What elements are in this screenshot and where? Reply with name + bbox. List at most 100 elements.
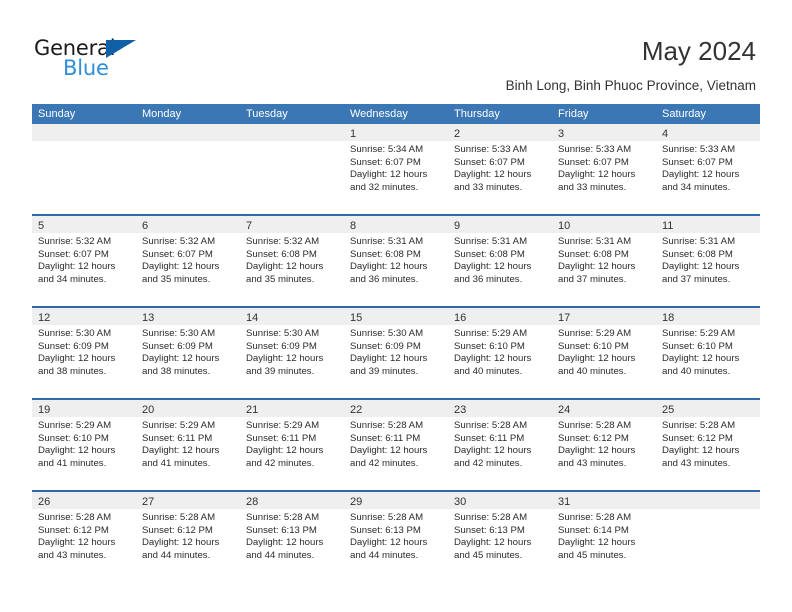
calendar-day-cell[interactable]: 18 Sunrise: 5:29 AM Sunset: 6:10 PM Dayligh… — [656, 308, 760, 398]
sunrise-time: Sunrise: 5:28 AM — [38, 512, 112, 523]
daylight-duration-line1: Daylight: 12 hours — [662, 353, 740, 365]
sunset-time: Sunset: 6:10 PM — [38, 432, 109, 444]
sunrise-time: Sunrise: 5:33 AM — [662, 144, 736, 155]
day-number: 16 — [454, 312, 467, 324]
daylight-duration-line2: and 38 minutes. — [142, 365, 211, 377]
day-number: 23 — [454, 404, 467, 416]
page-header: General Blue May 2024 Binh Long, Binh Ph… — [0, 0, 792, 104]
sunset-time: Sunset: 6:12 PM — [662, 432, 733, 444]
calendar-day-cell[interactable]: 19 Sunrise: 5:29 AM Sunset: 6:10 PM Dayligh… — [32, 400, 136, 490]
day-number: 6 — [142, 220, 149, 232]
calendar-day-cell[interactable]: 23 Sunrise: 5:28 AM Sunset: 6:11 PM Dayligh… — [448, 400, 552, 490]
calendar-day-cell[interactable]: 20 Sunrise: 5:29 AM Sunset: 6:11 PM Dayligh… — [136, 400, 240, 490]
day-number: 1 — [350, 128, 357, 140]
daylight-duration-line2: and 33 minutes. — [558, 181, 627, 193]
day-details: Sunrise: 5:29 AM Sunset: 6:10 PM Daylight:… — [552, 325, 656, 378]
day-number: 15 — [350, 312, 363, 324]
calendar-day-cell[interactable]: 8 Sunrise: 5:31 AM Sunset: 6:08 PM Daylight… — [344, 216, 448, 306]
calendar-day-cell-empty — [32, 124, 136, 214]
day-details: Sunrise: 5:30 AM Sunset: 6:09 PM Daylight:… — [136, 325, 240, 378]
day-number-band: 22 — [344, 400, 448, 417]
day-number-band: 28 — [240, 492, 344, 509]
sunset-time: Sunset: 6:09 PM — [38, 340, 109, 352]
calendar-day-cell[interactable]: 30 Sunrise: 5:28 AM Sunset: 6:13 PM Dayligh… — [448, 492, 552, 582]
day-number: 3 — [558, 128, 565, 140]
calendar-day-cell[interactable]: 31 Sunrise: 5:28 AM Sunset: 6:14 PM Dayligh… — [552, 492, 656, 582]
day-details: Sunrise: 5:28 AM Sunset: 6:13 PM Daylight:… — [344, 509, 448, 562]
day-number: 11 — [662, 220, 674, 232]
sunrise-time: Sunrise: 5:28 AM — [558, 420, 632, 431]
sunset-time: Sunset: 6:09 PM — [246, 340, 317, 352]
day-number-band: 27 — [136, 492, 240, 509]
day-details: Sunrise: 5:31 AM Sunset: 6:08 PM Daylight:… — [656, 233, 760, 286]
logo-text-blue: Blue — [63, 56, 109, 80]
day-number-band: 5 — [32, 216, 136, 233]
calendar-day-cell[interactable]: 9 Sunrise: 5:31 AM Sunset: 6:08 PM Daylight… — [448, 216, 552, 306]
daylight-duration-line1: Daylight: 12 hours — [246, 353, 324, 365]
day-number-band — [656, 492, 760, 509]
day-number-band: 19 — [32, 400, 136, 417]
calendar-day-cell[interactable]: 7 Sunrise: 5:32 AM Sunset: 6:08 PM Daylight… — [240, 216, 344, 306]
sunset-time: Sunset: 6:08 PM — [246, 248, 317, 260]
day-number-band: 6 — [136, 216, 240, 233]
calendar-day-cell[interactable]: 17 Sunrise: 5:29 AM Sunset: 6:10 PM Dayligh… — [552, 308, 656, 398]
calendar-day-cell[interactable]: 5 Sunrise: 5:32 AM Sunset: 6:07 PM Daylight… — [32, 216, 136, 306]
sunrise-time: Sunrise: 5:29 AM — [558, 328, 632, 339]
weekday-header-row: Sunday Monday Tuesday Wednesday Thursday Frid… — [32, 104, 760, 124]
daylight-duration-line2: and 39 minutes. — [350, 365, 419, 377]
calendar-day-cell[interactable]: 10 Sunrise: 5:31 AM Sunset: 6:08 PM Dayligh… — [552, 216, 656, 306]
day-number-band: 20 — [136, 400, 240, 417]
calendar-day-cell-empty — [136, 124, 240, 214]
daylight-duration-line1: Daylight: 12 hours — [38, 537, 116, 549]
daylight-duration-line1: Daylight: 12 hours — [142, 445, 220, 457]
calendar-day-cell[interactable]: 22 Sunrise: 5:28 AM Sunset: 6:11 PM Dayligh… — [344, 400, 448, 490]
calendar-day-cell[interactable]: 3 Sunrise: 5:33 AM Sunset: 6:07 PM Daylight… — [552, 124, 656, 214]
day-number-band — [136, 124, 240, 141]
sunset-time: Sunset: 6:14 PM — [558, 524, 629, 536]
calendar-day-cell[interactable]: 25 Sunrise: 5:28 AM Sunset: 6:12 PM Dayligh… — [656, 400, 760, 490]
calendar-day-cell[interactable]: 27 Sunrise: 5:28 AM Sunset: 6:12 PM Dayligh… — [136, 492, 240, 582]
calendar-day-cell[interactable]: 14 Sunrise: 5:30 AM Sunset: 6:09 PM Dayligh… — [240, 308, 344, 398]
weekday-header-monday: Monday — [142, 108, 182, 120]
day-details: Sunrise: 5:31 AM Sunset: 6:08 PM Daylight:… — [448, 233, 552, 286]
calendar-day-cell[interactable]: 6 Sunrise: 5:32 AM Sunset: 6:07 PM Daylight… — [136, 216, 240, 306]
day-number-band: 26 — [32, 492, 136, 509]
sunrise-time: Sunrise: 5:28 AM — [558, 512, 632, 523]
daylight-duration-line2: and 37 minutes. — [558, 273, 627, 285]
daylight-duration-line1: Daylight: 12 hours — [662, 169, 740, 181]
sunset-time: Sunset: 6:10 PM — [454, 340, 525, 352]
daylight-duration-line1: Daylight: 12 hours — [454, 261, 532, 273]
calendar-day-cell[interactable]: 2 Sunrise: 5:33 AM Sunset: 6:07 PM Daylight… — [448, 124, 552, 214]
day-number: 21 — [246, 404, 259, 416]
day-number-band: 13 — [136, 308, 240, 325]
calendar-day-cell[interactable]: 28 Sunrise: 5:28 AM Sunset: 6:13 PM Dayligh… — [240, 492, 344, 582]
day-details: Sunrise: 5:29 AM Sunset: 6:10 PM Daylight:… — [448, 325, 552, 378]
calendar-day-cell[interactable]: 16 Sunrise: 5:29 AM Sunset: 6:10 PM Dayligh… — [448, 308, 552, 398]
sunset-time: Sunset: 6:07 PM — [454, 156, 525, 168]
calendar-day-cell[interactable]: 26 Sunrise: 5:28 AM Sunset: 6:12 PM Dayligh… — [32, 492, 136, 582]
day-number: 2 — [454, 128, 461, 140]
calendar-day-cell[interactable]: 12 Sunrise: 5:30 AM Sunset: 6:09 PM Dayligh… — [32, 308, 136, 398]
daylight-duration-line2: and 43 minutes. — [38, 549, 107, 561]
sunrise-time: Sunrise: 5:28 AM — [142, 512, 216, 523]
calendar-day-cell[interactable]: 24 Sunrise: 5:28 AM Sunset: 6:12 PM Dayligh… — [552, 400, 656, 490]
general-blue-logo[interactable]: General Blue — [34, 36, 164, 84]
calendar-day-cell[interactable]: 13 Sunrise: 5:30 AM Sunset: 6:09 PM Dayligh… — [136, 308, 240, 398]
calendar-day-cell[interactable]: 21 Sunrise: 5:29 AM Sunset: 6:11 PM Dayligh… — [240, 400, 344, 490]
day-number: 25 — [662, 404, 675, 416]
sunset-time: Sunset: 6:12 PM — [142, 524, 213, 536]
calendar-day-cell[interactable]: 29 Sunrise: 5:28 AM Sunset: 6:13 PM Dayligh… — [344, 492, 448, 582]
calendar-day-cell[interactable]: 11 Sunrise: 5:31 AM Sunset: 6:08 PM Dayligh… — [656, 216, 760, 306]
calendar-day-cell[interactable]: 4 Sunrise: 5:33 AM Sunset: 6:07 PM Daylight… — [656, 124, 760, 214]
sunrise-time: Sunrise: 5:32 AM — [38, 236, 112, 247]
sunset-time: Sunset: 6:08 PM — [558, 248, 629, 260]
sunset-time: Sunset: 6:08 PM — [350, 248, 421, 260]
sunset-time: Sunset: 6:08 PM — [454, 248, 525, 260]
day-details: Sunrise: 5:28 AM Sunset: 6:11 PM Daylight:… — [344, 417, 448, 470]
calendar-day-cell[interactable]: 1 Sunrise: 5:34 AM Sunset: 6:07 PM Daylight… — [344, 124, 448, 214]
day-number: 7 — [246, 220, 253, 232]
sunrise-time: Sunrise: 5:32 AM — [142, 236, 216, 247]
daylight-duration-line2: and 44 minutes. — [350, 549, 419, 561]
day-details: Sunrise: 5:28 AM Sunset: 6:13 PM Daylight:… — [240, 509, 344, 562]
calendar-day-cell[interactable]: 15 Sunrise: 5:30 AM Sunset: 6:09 PM Dayligh… — [344, 308, 448, 398]
